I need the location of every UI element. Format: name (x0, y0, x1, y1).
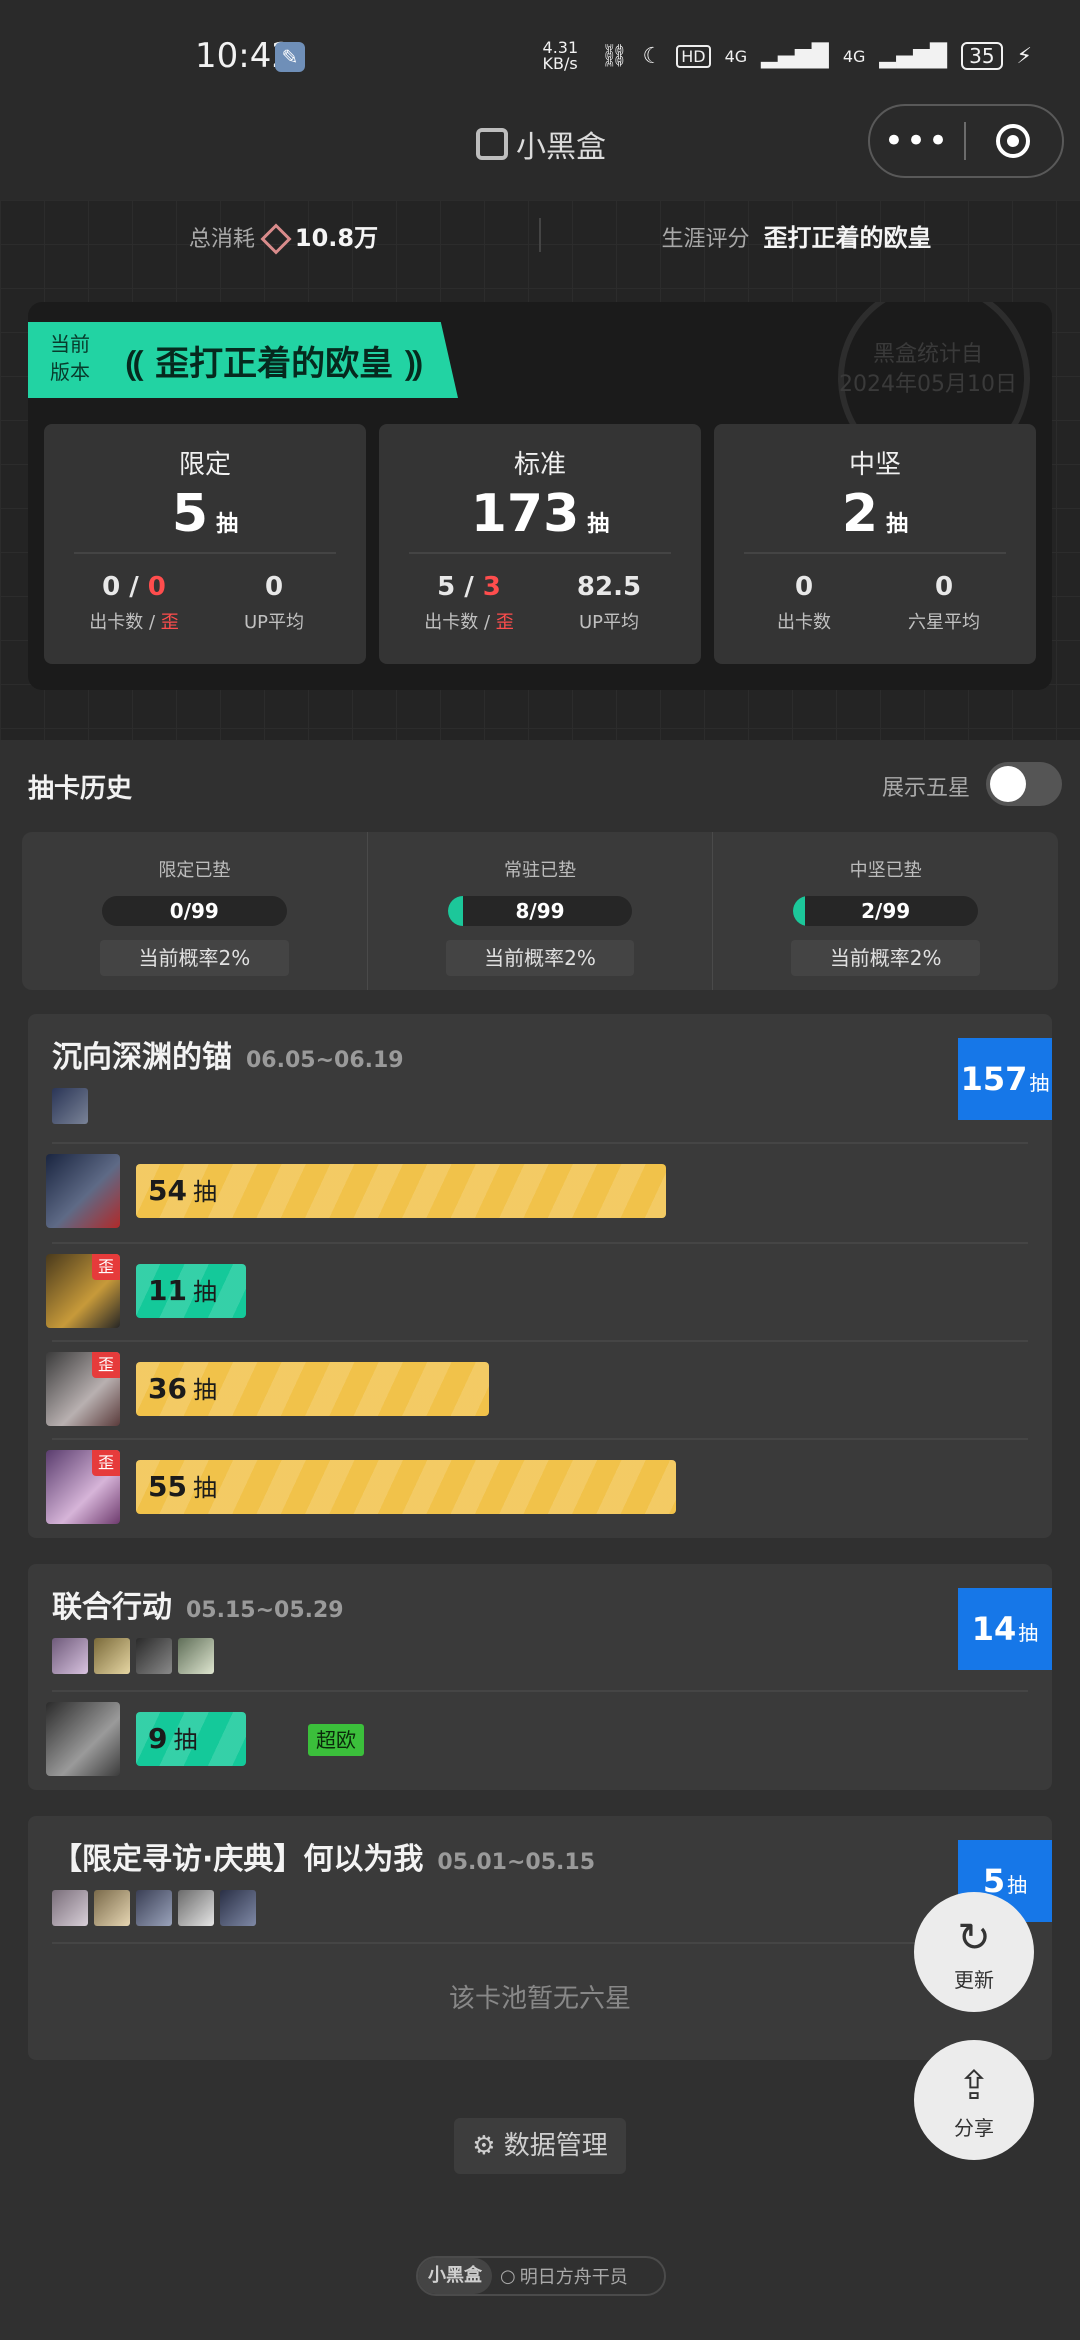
operator-avatar (46, 1702, 120, 1776)
refresh-button[interactable]: ↻ 更新 (914, 1892, 1034, 2012)
summary-bar: 总消耗 10.8万 生涯评分 歪打正着的欧皇 (28, 205, 1052, 265)
pity-core: 中坚已垫 2/99 当前概率2% (712, 832, 1058, 990)
section-title: 抽卡历史 (28, 774, 133, 804)
pull-row: 9抽 超欧 (46, 1702, 1028, 1778)
pool-operators (52, 1088, 88, 1124)
signal-icon: ▂▄▆█ (761, 43, 829, 69)
pool-operators (52, 1890, 256, 1926)
operator-avatar (94, 1890, 130, 1926)
pull-row: 歪 55 抽 (46, 1450, 1028, 1526)
operator-avatar (178, 1890, 214, 1926)
moon-icon: ☾ (642, 43, 663, 69)
show-five-label: 展示五星 (882, 776, 971, 801)
miniprogram-capsule: ••• (868, 104, 1064, 178)
operator-avatar (52, 1890, 88, 1926)
link-icon: ⛓ (600, 43, 629, 69)
search-icon: ○ (500, 2265, 516, 2287)
pity-bar: 2/99 (793, 896, 979, 926)
pool-name: 【限定寻访·庆典】何以为我 (52, 1842, 424, 1877)
status-icons: 4.31 KB/s ⛓ ☾ HD 4G ▂▄▆█ 4G ▂▄▆█ 35 ⚡ (543, 40, 1032, 72)
footer-logo: 小黑盒 (418, 2258, 492, 2294)
data-manage-button[interactable]: ⚙ 数据管理 (454, 2118, 626, 2174)
pool-operators (52, 1638, 214, 1674)
operator-avatar (220, 1890, 256, 1926)
version-card: 黑盒统计自 2024年05月10日 当前 版本 ⸨ 歪打正着的欧皇 ⸩ 限定 5抽… (28, 302, 1052, 690)
orundum-icon (260, 222, 292, 255)
current-version-label: 当前 版本 (50, 332, 90, 384)
pool-total-badge: 157 抽 (958, 1038, 1052, 1120)
show-five-toggle[interactable] (986, 762, 1062, 806)
pool-card[interactable]: 【限定寻访·庆典】何以为我 05.01~05.15 5抽 该卡池暂无六星 (28, 1816, 1052, 2060)
operator-avatar (46, 1154, 120, 1228)
refresh-icon: ↻ (957, 1915, 991, 1961)
charging-icon: ⚡ (1016, 43, 1032, 69)
off-banner-badge: 歪 (92, 1254, 120, 1280)
pull-row: 54 抽 (46, 1154, 1028, 1230)
operator-avatar (52, 1088, 88, 1124)
version-tag: 当前 版本 ⸨ 歪打正着的欧皇 ⸩ (28, 322, 458, 398)
signal-icon: ▂▄▆█ (879, 43, 948, 69)
pull-bar: 11 抽 (136, 1264, 246, 1318)
off-banner-badge: 歪 (92, 1450, 120, 1476)
operator-avatar (178, 1638, 214, 1674)
footer-brand: 小黑盒 ○ 明日方舟干员 (416, 2256, 666, 2296)
more-button[interactable]: ••• (870, 121, 964, 161)
pool-card[interactable]: 联合行动 05.15~05.29 14 抽 9抽 超欧 (28, 1564, 1052, 1790)
target-icon (996, 124, 1030, 158)
netspeed: 4.31 KB/s (542, 38, 579, 73)
pool-card[interactable]: 沉向深渊的锚 06.05~06.19 157 抽 54 抽 歪 11 抽 歪 36 抽 歪… (28, 1014, 1052, 1538)
pity-panel: 限定已垫 0/99 当前概率2% 常驻已垫 8/99 当前概率2% 中坚已垫 2… (22, 832, 1058, 990)
pull-bar: 36 抽 (136, 1362, 490, 1416)
no-six-star-text: 该卡池暂无六星 (448, 1984, 631, 2014)
operator-avatar (136, 1638, 172, 1674)
lucky-badge: 超欧 (308, 1724, 364, 1756)
pool-name: 沉向深渊的锚 (52, 1040, 232, 1075)
pity-bar: 0/99 (102, 896, 287, 926)
stat-box-limited: 限定 5抽 0 / 0 出卡数 / 歪 0 UP平均 (44, 424, 366, 664)
laurel-right-icon: ⸩ (404, 344, 423, 384)
footer-app: 明日方舟干员 (519, 2267, 628, 2288)
operator-avatar (52, 1638, 88, 1674)
total-consume-value: 10.8万 (294, 223, 379, 252)
total-consume: 总消耗 10.8万 (28, 218, 539, 255)
signal-2: 4G (842, 46, 866, 66)
pool-name: 联合行动 (52, 1590, 172, 1625)
share-icon: ⇪ (957, 2063, 991, 2109)
pity-limited: 限定已垫 0/99 当前概率2% (22, 832, 367, 990)
off-banner-badge: 歪 (92, 1352, 120, 1378)
career-rating-value: 歪打正着的欧皇 (763, 223, 932, 252)
pool-date: 05.15~05.29 (186, 1598, 344, 1623)
laurel-left-icon: ⸨ (126, 344, 144, 384)
stat-box-core: 中坚 2抽 0 出卡数 0 六星平均 (714, 424, 1036, 664)
battery-indicator: 35 (961, 42, 1003, 70)
operator-avatar (94, 1638, 130, 1674)
app-title: 小黑盒 (476, 122, 606, 166)
toggle-knob (990, 766, 1026, 802)
app-title-text: 小黑盒 (516, 130, 606, 165)
stat-box-standard: 标准 173 抽 5 / 3 出卡数 / 歪 82.5 UP平均 (379, 424, 701, 664)
signal-1: 4G (724, 46, 748, 66)
pull-bar: 55 抽 (136, 1460, 676, 1514)
operator-avatar (136, 1890, 172, 1926)
pool-date: 05.01~05.15 (437, 1850, 596, 1875)
pool-total-badge: 14 抽 (958, 1588, 1052, 1670)
pull-bar: 54 抽 (136, 1164, 667, 1218)
share-button[interactable]: ⇪ 分享 (914, 2040, 1034, 2160)
gear-icon: ⚙ (472, 2131, 496, 2161)
pull-row: 歪 36 抽 (46, 1352, 1028, 1428)
pull-row: 歪 11 抽 (46, 1254, 1028, 1330)
pull-bar: 9抽 (136, 1712, 246, 1766)
hd-badge: HD (676, 44, 711, 68)
heybox-logo-icon (476, 128, 508, 160)
version-title: ⸨ 歪打正着的欧皇 ⸩ (126, 344, 423, 384)
close-miniprogram-button[interactable] (966, 124, 1060, 158)
pity-bar: 8/99 (447, 896, 633, 926)
career-rating: 生涯评分 歪打正着的欧皇 (661, 223, 932, 252)
pool-date: 06.05~06.19 (246, 1048, 404, 1073)
wrench-icon: ✎ (275, 42, 305, 72)
pity-standard: 常驻已垫 8/99 当前概率2% (366, 832, 713, 990)
